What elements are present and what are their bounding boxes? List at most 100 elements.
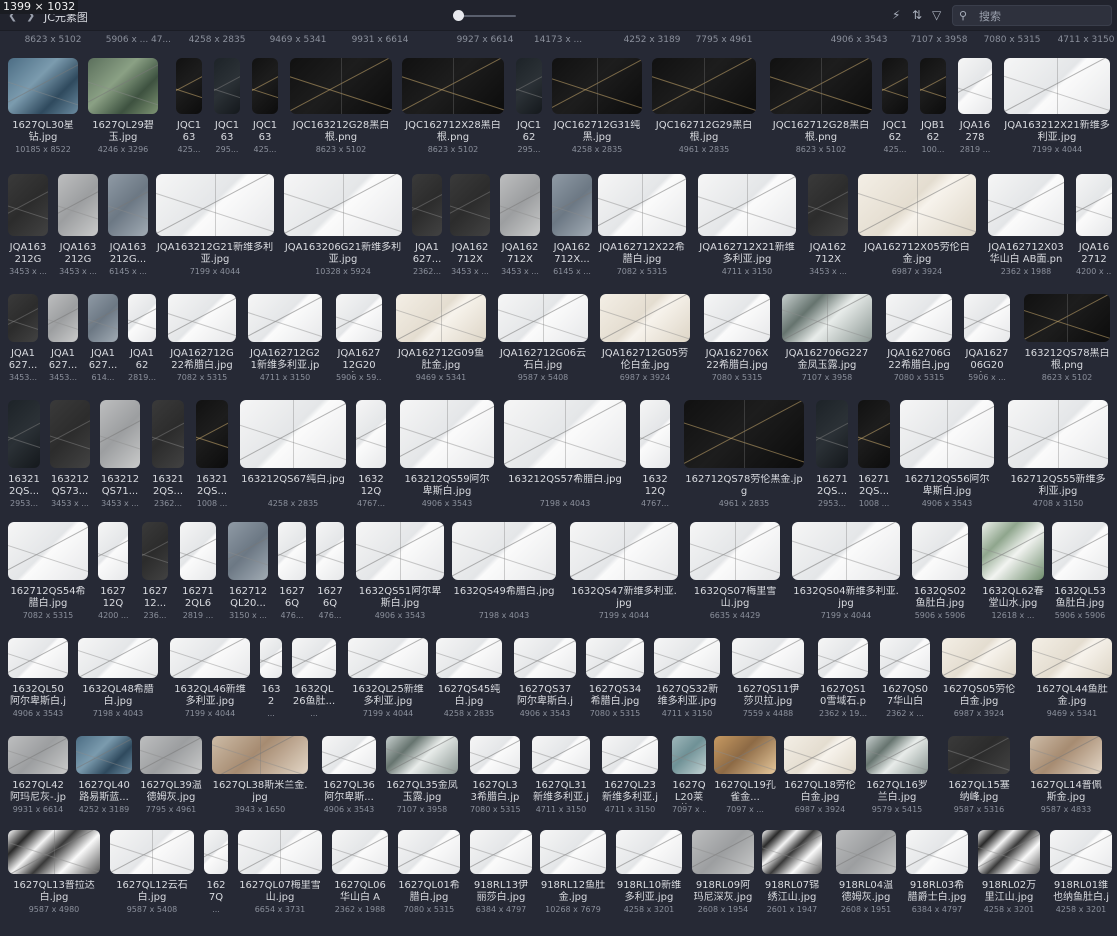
marble-thumbnail[interactable]: [238, 830, 322, 874]
marble-thumbnail[interactable]: [880, 638, 930, 678]
marble-thumbnail[interactable]: [98, 522, 128, 580]
marble-thumbnail[interactable]: [140, 736, 202, 774]
marble-thumbnail[interactable]: [690, 522, 780, 580]
marble-thumbnail[interactable]: [196, 400, 228, 468]
marble-thumbnail[interactable]: [470, 830, 532, 874]
marble-thumbnail[interactable]: [886, 294, 952, 342]
marble-thumbnail[interactable]: [540, 830, 606, 874]
marble-thumbnail[interactable]: [398, 830, 460, 874]
marble-thumbnail[interactable]: [48, 294, 78, 342]
marble-thumbnail[interactable]: [142, 522, 168, 580]
marble-thumbnail[interactable]: [958, 58, 992, 114]
marble-thumbnail[interactable]: [640, 400, 670, 468]
marble-thumbnail[interactable]: [356, 522, 444, 580]
marble-thumbnail[interactable]: [100, 400, 140, 468]
marble-thumbnail[interactable]: [108, 174, 148, 236]
marble-thumbnail[interactable]: [316, 522, 344, 580]
marble-thumbnail[interactable]: [332, 830, 388, 874]
marble-thumbnail[interactable]: [684, 400, 804, 468]
marble-thumbnail[interactable]: [436, 638, 502, 678]
marble-thumbnail[interactable]: [784, 736, 856, 774]
marble-thumbnail[interactable]: [348, 638, 428, 678]
marble-thumbnail[interactable]: [762, 830, 822, 874]
marble-thumbnail[interactable]: [156, 174, 274, 236]
marble-thumbnail[interactable]: [532, 736, 590, 774]
marble-thumbnail[interactable]: [782, 294, 872, 342]
marble-thumbnail[interactable]: [858, 174, 976, 236]
marble-thumbnail[interactable]: [570, 522, 678, 580]
marble-thumbnail[interactable]: [498, 294, 588, 342]
marble-thumbnail[interactable]: [452, 522, 556, 580]
marble-thumbnail[interactable]: [504, 400, 626, 468]
marble-thumbnail[interactable]: [948, 736, 1010, 774]
marble-thumbnail[interactable]: [336, 294, 382, 342]
marble-thumbnail[interactable]: [290, 58, 392, 114]
marble-thumbnail[interactable]: [500, 174, 540, 236]
marble-thumbnail[interactable]: [176, 58, 202, 114]
marble-thumbnail[interactable]: [552, 58, 642, 114]
zoom-slider-handle[interactable]: [453, 10, 464, 21]
marble-thumbnail[interactable]: [50, 400, 90, 468]
marble-thumbnail[interactable]: [8, 174, 48, 236]
marble-thumbnail[interactable]: [792, 522, 900, 580]
marble-thumbnail[interactable]: [906, 830, 968, 874]
marble-thumbnail[interactable]: [248, 294, 322, 342]
marble-thumbnail[interactable]: [514, 638, 576, 678]
sort-icon[interactable]: ⇅: [912, 8, 922, 22]
marble-thumbnail[interactable]: [1008, 400, 1108, 468]
marble-thumbnail[interactable]: [8, 294, 38, 342]
marble-thumbnail[interactable]: [942, 638, 1016, 678]
marble-thumbnail[interactable]: [214, 58, 240, 114]
marble-thumbnail[interactable]: [168, 294, 236, 342]
marble-thumbnail[interactable]: [732, 638, 804, 678]
marble-thumbnail[interactable]: [1030, 736, 1102, 774]
marble-thumbnail[interactable]: [8, 522, 88, 580]
zoom-slider-track[interactable]: [456, 15, 516, 17]
marble-thumbnail[interactable]: [356, 400, 386, 468]
marble-thumbnail[interactable]: [204, 830, 228, 874]
marble-thumbnail[interactable]: [76, 736, 132, 774]
marble-thumbnail[interactable]: [8, 638, 68, 678]
marble-thumbnail[interactable]: [818, 638, 868, 678]
marble-thumbnail[interactable]: [882, 58, 908, 114]
marble-thumbnail[interactable]: [8, 400, 40, 468]
marble-thumbnail[interactable]: [252, 58, 278, 114]
marble-thumbnail[interactable]: [386, 736, 458, 774]
marble-thumbnail[interactable]: [692, 830, 754, 874]
marble-thumbnail[interactable]: [212, 736, 308, 774]
search-input[interactable]: [979, 8, 1109, 24]
marble-thumbnail[interactable]: [770, 58, 872, 114]
marble-thumbnail[interactable]: [8, 736, 68, 774]
marble-thumbnail[interactable]: [278, 522, 306, 580]
marble-thumbnail[interactable]: [516, 58, 542, 114]
marble-thumbnail[interactable]: [714, 736, 776, 774]
marble-thumbnail[interactable]: [450, 174, 490, 236]
marble-thumbnail[interactable]: [110, 830, 194, 874]
marble-thumbnail[interactable]: [400, 400, 494, 468]
marble-thumbnail[interactable]: [1032, 638, 1112, 678]
marble-thumbnail[interactable]: [170, 638, 250, 678]
marble-thumbnail[interactable]: [228, 522, 268, 580]
search-box[interactable]: ⚲: [952, 5, 1112, 26]
marble-thumbnail[interactable]: [1076, 174, 1112, 236]
marble-thumbnail[interactable]: [128, 294, 156, 342]
marble-thumbnail[interactable]: [672, 736, 706, 774]
marble-thumbnail[interactable]: [1052, 522, 1108, 580]
marble-thumbnail[interactable]: [600, 294, 690, 342]
marble-thumbnail[interactable]: [284, 174, 402, 236]
marble-thumbnail[interactable]: [920, 58, 946, 114]
marble-thumbnail[interactable]: [816, 400, 848, 468]
marble-thumbnail[interactable]: [598, 174, 686, 236]
marble-thumbnail[interactable]: [808, 174, 848, 236]
marble-thumbnail[interactable]: [260, 638, 282, 678]
marble-thumbnail[interactable]: [866, 736, 928, 774]
marble-thumbnail[interactable]: [858, 400, 890, 468]
marble-thumbnail[interactable]: [180, 522, 216, 580]
lightning-icon[interactable]: ⚡: [892, 8, 900, 22]
marble-thumbnail[interactable]: [1024, 294, 1110, 342]
marble-thumbnail[interactable]: [552, 174, 592, 236]
marble-thumbnail[interactable]: [78, 638, 158, 678]
marble-thumbnail[interactable]: [900, 400, 994, 468]
marble-thumbnail[interactable]: [8, 58, 78, 114]
marble-thumbnail[interactable]: [1050, 830, 1112, 874]
